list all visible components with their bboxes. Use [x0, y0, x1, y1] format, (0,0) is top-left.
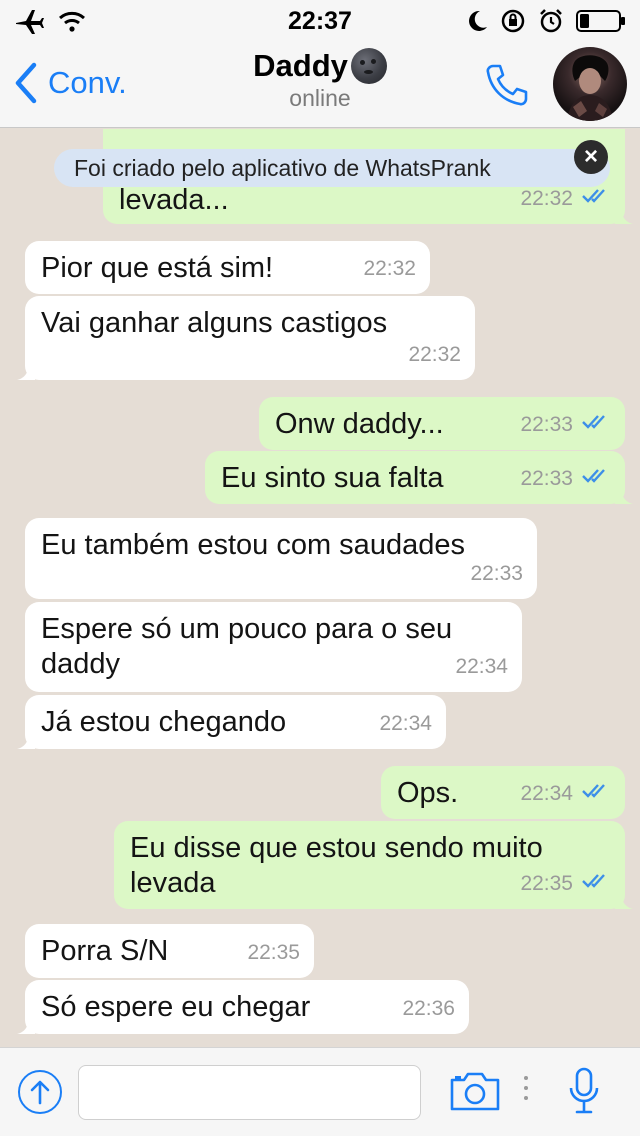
contact-name: Daddy	[253, 48, 348, 83]
message-time: 22:34	[379, 712, 432, 735]
status-bar: 22:37	[0, 0, 640, 40]
message-text: Vai ganhar alguns castigos	[41, 307, 388, 339]
battery-icon	[576, 10, 626, 37]
read-ticks-icon	[581, 407, 611, 442]
message-text: levada...	[119, 184, 229, 216]
back-label: Conv.	[48, 65, 127, 100]
message-time: 22:32	[408, 343, 461, 366]
message-bubble-incoming[interactable]: Espere só um pouco para o seu daddy 22:3…	[25, 602, 522, 692]
message-time: 22:35	[247, 941, 300, 964]
message-bubble-incoming[interactable]: Vai ganhar alguns castigos 22:32	[17, 296, 475, 380]
message-text: Pior que está sim!	[41, 252, 274, 284]
new-moon-face-emoji	[350, 48, 387, 84]
message-text: Só espere eu chegar	[41, 991, 311, 1023]
prank-app-banner: Foi criado pelo aplicativo de WhatsPrank	[54, 149, 610, 187]
microphone-button[interactable]	[566, 1066, 602, 1121]
message-time: 22:36	[402, 997, 455, 1020]
contact-info[interactable]: Daddy online	[140, 48, 500, 112]
message-bubble-outgoing[interactable]: Eu sinto sua falta 22:33	[205, 451, 633, 504]
alarm-icon	[538, 8, 564, 39]
contact-avatar[interactable]	[553, 47, 627, 121]
message-time: 22:33	[470, 562, 523, 585]
message-bubble-outgoing[interactable]: Ops. 22:34	[381, 766, 625, 819]
message-time: 22:33	[520, 467, 573, 490]
microphone-icon	[569, 1067, 599, 1114]
close-icon[interactable]: ×	[574, 140, 608, 174]
message-bubble-incoming[interactable]: Porra S/N 22:35	[25, 924, 314, 978]
message-bubble-incoming[interactable]: Pior que está sim! 22:32	[25, 241, 430, 294]
message-bubble-outgoing[interactable]: Onw daddy... 22:33	[259, 397, 625, 450]
message-text: Já estou chegando	[41, 706, 287, 738]
message-text: Eu também estou com saudades	[41, 529, 465, 561]
share-button[interactable]	[18, 1070, 62, 1114]
message-time: 22:34	[455, 655, 508, 678]
message-bubble-incoming[interactable]: Já estou chegando 22:34	[17, 695, 446, 749]
message-input-bar	[0, 1047, 640, 1136]
contact-status: online	[289, 85, 351, 111]
read-ticks-icon	[581, 461, 611, 496]
back-button[interactable]: Conv.	[14, 62, 127, 104]
read-ticks-icon	[581, 866, 611, 901]
message-text: Espere só um pouco para o seu daddy	[41, 613, 453, 680]
message-bubble-outgoing[interactable]: Eu disse que estou sendo muito levada 22…	[114, 821, 633, 909]
message-time: 22:35	[520, 872, 573, 895]
chat-header: Conv. Daddy online	[0, 40, 640, 128]
message-bubble-incoming[interactable]: Eu também estou com saudades 22:33	[25, 518, 537, 599]
message-bubble-incoming[interactable]: Só espere eu chegar 22:36	[17, 980, 469, 1034]
chat-area: levada... 22:32 Foi criado pelo aplicati…	[0, 129, 640, 1047]
message-time: 22:32	[363, 257, 416, 280]
call-button[interactable]	[484, 62, 530, 113]
read-ticks-icon	[581, 776, 611, 811]
separator-dots	[524, 1076, 528, 1100]
status-right-icons	[466, 8, 626, 39]
message-time: 22:33	[520, 413, 573, 436]
share-arrow-icon	[30, 1080, 50, 1105]
chevron-left-icon	[15, 62, 37, 104]
phone-icon	[486, 64, 528, 106]
camera-icon	[450, 1072, 500, 1111]
camera-button[interactable]	[449, 1070, 501, 1117]
message-input[interactable]	[78, 1065, 421, 1120]
orientation-lock-icon	[500, 8, 526, 39]
moon-icon	[466, 9, 488, 38]
message-time: 22:34	[520, 782, 573, 805]
